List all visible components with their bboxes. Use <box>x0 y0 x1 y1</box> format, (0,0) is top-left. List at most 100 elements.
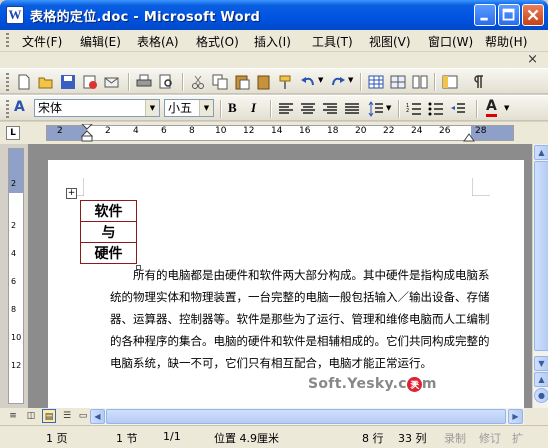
separator <box>128 73 129 91</box>
align-left-icon[interactable] <box>278 101 294 117</box>
print-icon[interactable] <box>136 74 152 90</box>
save-icon[interactable] <box>60 74 76 90</box>
close-document-button[interactable]: × <box>527 52 538 67</box>
watermark-tail: m <box>421 376 437 392</box>
ruler-number: 2 <box>11 179 17 188</box>
minimize-button[interactable] <box>474 4 496 26</box>
scroll-left-icon[interactable]: ◀ <box>90 409 105 424</box>
right-indent-marker-icon[interactable] <box>463 132 475 142</box>
permission-icon[interactable] <box>82 74 98 90</box>
cut-icon[interactable] <box>190 74 206 90</box>
chevron-down-icon[interactable]: ▼ <box>199 100 213 116</box>
italic-button[interactable]: I <box>251 100 256 116</box>
font-color-dropdown-icon[interactable]: ▼ <box>504 104 509 112</box>
vertical-ruler[interactable]: 2 2 4 6 8 10 12 <box>8 148 24 404</box>
table-cell[interactable]: 与 <box>80 221 137 243</box>
decrease-indent-icon[interactable] <box>450 101 466 117</box>
font-color-button[interactable]: A <box>486 98 497 117</box>
vertical-scroll-thumb[interactable] <box>534 161 548 351</box>
status-record[interactable]: 录制 <box>444 430 466 446</box>
menu-tools[interactable]: 工具(T) <box>312 33 353 50</box>
redo-dropdown-icon[interactable]: ▼ <box>348 76 353 84</box>
close-window-button[interactable] <box>522 4 544 26</box>
numbering-icon[interactable]: 12 <box>406 101 422 117</box>
outline-view-icon[interactable]: ☰ <box>60 409 74 423</box>
bold-button[interactable]: B <box>228 100 237 116</box>
redo-icon[interactable] <box>330 74 346 90</box>
columns-icon[interactable] <box>412 74 428 90</box>
menu-help[interactable]: 帮助(H) <box>485 33 527 50</box>
table-cell[interactable]: 软件 <box>80 200 137 222</box>
print-preview-icon[interactable] <box>158 74 174 90</box>
previous-page-icon[interactable]: ▲ <box>534 372 548 387</box>
insert-table-icon[interactable] <box>368 74 384 90</box>
menu-format[interactable]: 格式(O) <box>196 33 239 50</box>
margin-corner-mark <box>472 178 490 196</box>
undo-dropdown-icon[interactable]: ▼ <box>318 76 323 84</box>
toolbar-grip[interactable] <box>6 73 9 91</box>
status-section: 1 节 <box>116 432 138 445</box>
font-name-combo[interactable]: 宋体 ▼ <box>34 99 160 117</box>
scroll-right-icon[interactable]: ▶ <box>508 409 523 424</box>
tables-borders-icon[interactable] <box>390 74 406 90</box>
horizontal-ruler[interactable]: 2 2 4 6 8 10 12 14 16 18 20 22 24 26 28 <box>46 124 514 142</box>
tab-selector[interactable]: L <box>6 126 20 140</box>
ruler-number: 10 <box>215 126 227 136</box>
menu-window[interactable]: 窗口(W) <box>428 33 473 50</box>
status-extend[interactable]: 扩 <box>512 430 523 446</box>
undo-icon[interactable] <box>300 74 316 90</box>
menu-insert[interactable]: 插入(I) <box>254 33 291 50</box>
ruler-number: 16 <box>299 126 311 136</box>
line-spacing-dropdown-icon[interactable]: ▼ <box>386 104 391 112</box>
horizontal-scroll-thumb[interactable] <box>106 409 506 424</box>
bullets-icon[interactable] <box>428 101 444 117</box>
menubar-grip[interactable] <box>6 33 9 49</box>
chevron-down-icon[interactable]: ▼ <box>145 100 159 116</box>
paste-special-icon[interactable] <box>256 74 272 90</box>
maximize-button[interactable] <box>498 4 520 26</box>
word-table[interactable]: 软件 与 硬件 <box>80 200 137 264</box>
web-layout-icon[interactable]: ◫ <box>24 409 38 423</box>
show-hide-marks-icon[interactable] <box>470 74 486 90</box>
ruler-number: 26 <box>439 126 451 136</box>
styles-pane-icon[interactable]: A <box>14 99 25 115</box>
vertical-scrollbar[interactable]: ▲ ▼ ▲ ● <box>532 144 548 408</box>
menu-file[interactable]: 文件(F) <box>22 33 62 50</box>
document-map-icon[interactable] <box>442 74 458 90</box>
justify-icon[interactable] <box>344 101 360 117</box>
align-right-icon[interactable] <box>322 101 338 117</box>
toolbar-grip[interactable] <box>6 100 9 118</box>
indent-marker-icon[interactable] <box>81 124 93 142</box>
table-cell[interactable]: 硬件 <box>80 242 137 264</box>
format-painter-icon[interactable] <box>278 74 294 90</box>
horizontal-scrollbar[interactable]: ◀ ▶ <box>90 408 524 425</box>
menu-view[interactable]: 视图(V) <box>369 33 411 50</box>
menu-table[interactable]: 表格(A) <box>137 33 179 50</box>
body-paragraph[interactable]: 所有的电脑都是由硬件和软件两大部分构成。其中硬件是指构成电脑系统的物理实体和物理… <box>110 264 500 374</box>
table-move-handle[interactable]: + <box>66 188 77 199</box>
scroll-up-icon[interactable]: ▲ <box>534 145 548 160</box>
document-area[interactable]: + 软件 与 硬件 所有的电脑都是由硬件和软件两大部分构成。其中硬件是指构成电脑… <box>28 144 532 408</box>
separator <box>434 73 435 91</box>
open-folder-icon[interactable] <box>38 74 54 90</box>
line-spacing-icon[interactable] <box>368 101 384 117</box>
status-track-changes[interactable]: 修订 <box>479 430 501 446</box>
scroll-down-icon[interactable]: ▼ <box>534 356 548 371</box>
font-size-combo[interactable]: 小五 ▼ <box>164 99 214 117</box>
print-layout-icon[interactable]: ▤ <box>42 409 56 423</box>
menu-edit[interactable]: 编辑(E) <box>80 33 121 50</box>
select-browse-object-icon[interactable]: ● <box>534 388 548 403</box>
email-icon[interactable] <box>104 74 120 90</box>
document-page[interactable]: + 软件 与 硬件 所有的电脑都是由硬件和软件两大部分构成。其中硬件是指构成电脑… <box>48 160 524 408</box>
status-line: 8 行 <box>362 432 384 445</box>
watermark-badge: 天极 <box>406 376 422 404</box>
ruler-number: 22 <box>383 126 395 136</box>
word-app-icon[interactable]: W <box>6 6 24 24</box>
reading-layout-icon[interactable]: ▭ <box>76 409 90 423</box>
new-document-icon[interactable] <box>16 74 32 90</box>
normal-view-icon[interactable]: ≡ <box>6 409 20 423</box>
paste-icon[interactable] <box>234 74 250 90</box>
align-center-icon[interactable] <box>300 101 316 117</box>
copy-icon[interactable] <box>212 74 228 90</box>
ruler-number: 4 <box>133 126 139 136</box>
